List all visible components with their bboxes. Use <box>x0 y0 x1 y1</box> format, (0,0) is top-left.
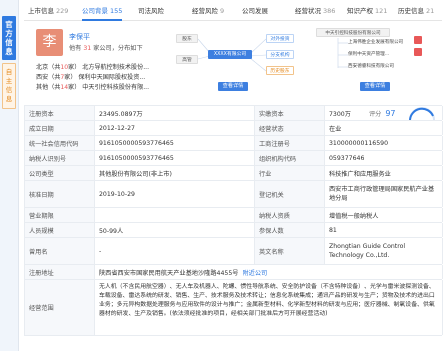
list-item[interactable]: 北京（共10家） 北方导航控制技术股份... <box>36 63 186 73</box>
table-row: 曾用名 - 英文名称 Zhongtian Guide Control Techn… <box>25 238 443 265</box>
person-company-list: 北京（共10家） 北方导航控制技术股份... 西安（共7家） 保利中天国际股权投… <box>36 63 186 93</box>
label-paid-capital: 实缴资本 <box>255 106 325 120</box>
tab-history[interactable]: 历史信息 21 <box>398 4 434 21</box>
table-row: 成立日期 2012-12-27 经营状态 在业 <box>25 121 443 136</box>
value-approval-date: 2019-10-29 <box>95 181 255 207</box>
value-credit-code: 9161050000593776465 <box>95 136 255 150</box>
tab-operations[interactable]: 经营状况 386 <box>295 4 335 21</box>
label-registration-authority: 登记机关 <box>255 181 325 207</box>
side-tab-official[interactable]: 官方信息 <box>2 16 16 60</box>
nearby-companies-link[interactable]: 附近公司 <box>243 268 268 277</box>
label-business-scope: 经营范围 <box>25 280 95 335</box>
value-reg-number: 310000000116590 <box>325 136 443 150</box>
table-row: 核准日期 2019-10-29 登记机关 西安市工商行政管理局国家民航产业基地分… <box>25 181 443 208</box>
tab-development[interactable]: 公司发展 <box>242 4 270 21</box>
value-address: 陕西省西安市国家民用航天产业基地沙隆路4455号 附近公司 <box>95 265 443 279</box>
value-taxpayer-id: 9161050000593776465 <box>95 151 255 165</box>
table-row: 经营范围 无人机（不含民用航空器）、无人车及机器人、陀螺、惯性导航系统、安全防护… <box>25 280 443 336</box>
graph-node-shareholder: 股东 <box>176 34 198 43</box>
equity-row-2: 保利中天资产管理... <box>348 52 390 57</box>
equity-graph: 中天引控科技股份有限公司 上海伟胜企业发展有限公司 保利中天资产管理... 西安… <box>308 26 442 93</box>
label-taxpayer-qualification: 纳税人资质 <box>255 208 325 222</box>
label-org-code: 组织机构代码 <box>255 151 325 165</box>
avatar: 李 <box>36 29 63 56</box>
tab-bar: 上市信息 229 公司背景 155 司法风险 经营风险 9 公司发展 经营状况 386 … <box>24 0 442 21</box>
label-reg-number: 工商注册号 <box>255 136 325 150</box>
score-value: 97 <box>385 108 396 118</box>
value-business-scope: 无人机（不含民用航空器）、无人车及机器人、陀螺、惯性导航系统、安全防护设备（不含… <box>95 280 443 335</box>
person-summary: 他有 31 家公司，分布如下 <box>69 45 143 52</box>
value-insured-count: 81 <box>325 223 443 237</box>
label-approval-date: 核准日期 <box>25 181 95 207</box>
graph-node-investment: 对外投资 <box>266 34 294 43</box>
value-registered-capital: 23495.0897万 <box>95 106 255 120</box>
table-row: 人员规模 50-99人 参保人数 81 <box>25 223 443 238</box>
value-founded: 2012-12-27 <box>95 121 255 135</box>
risk-flag-icon <box>414 36 422 44</box>
label-company-type: 公司类型 <box>25 166 95 180</box>
label-industry: 行业 <box>255 166 325 180</box>
label-registered-capital: 注册资本 <box>25 106 95 120</box>
equity-top-company: 中天引控科技股份有限公司 <box>316 28 390 37</box>
graph-node-executive: 高管 <box>176 55 198 64</box>
value-registration-authority: 西安市工商行政管理局国家民航产业基地分局 <box>325 181 443 207</box>
label-address: 注册地址 <box>25 265 95 279</box>
graph-node-history-shareholder: 历史股东 <box>266 66 294 75</box>
value-org-code: 059377646 <box>325 151 443 165</box>
score-label: 评分 <box>368 110 382 118</box>
risk-flag-icon <box>414 48 422 56</box>
value-status: 在业 <box>325 121 443 135</box>
score-gauge-icon <box>409 107 435 120</box>
label-status: 经营状态 <box>255 121 325 135</box>
value-company-type: 其他股份有限公司(非上市) <box>95 166 255 180</box>
legal-rep-card: 李 李保平 他有 31 家公司，分布如下 北京（共10家） 北方导航控制技术股份… <box>24 26 164 101</box>
value-business-term <box>95 208 255 222</box>
label-business-term: 营业期限 <box>25 208 95 222</box>
value-industry: 科技推广和应用服务业 <box>325 166 443 180</box>
list-item[interactable]: 其他（共14家） 中天引控科技股份有限... <box>36 83 186 93</box>
label-english-name: 英文名称 <box>255 238 325 264</box>
label-founded: 成立日期 <box>25 121 95 135</box>
label-staff-size: 人员规模 <box>25 223 95 237</box>
table-row: 注册资本 23495.0897万 实缴资本 7300万 评分 97 <box>25 106 443 121</box>
side-tab-self[interactable]: 自主信息 <box>2 63 16 109</box>
equity-row-3: 西安德睿科技有限公司 <box>348 64 394 69</box>
list-item[interactable]: 西安（共7家） 保利中天国际股权投资... <box>36 73 186 83</box>
view-details-button[interactable]: 查看详情 <box>218 82 248 91</box>
table-row: 纳税人识别号 9161050000593776465 组织机构代码 059377… <box>25 151 443 166</box>
label-insured-count: 参保人数 <box>255 223 325 237</box>
value-taxpayer-qualification: 增值税一般纳税人 <box>325 208 443 222</box>
label-credit-code: 统一社会信用代码 <box>25 136 95 150</box>
tab-ip[interactable]: 知识产权 121 <box>347 4 387 21</box>
label-former-name: 曾用名 <box>25 238 95 264</box>
tab-background[interactable]: 公司背景 155 <box>82 4 123 21</box>
value-staff-size: 50-99人 <box>95 223 255 237</box>
label-taxpayer-id: 纳税人识别号 <box>25 151 95 165</box>
tab-judicial-risk[interactable]: 司法风险 <box>138 4 166 21</box>
business-info-table: 注册资本 23495.0897万 实缴资本 7300万 评分 97 成立日期 20… <box>24 105 443 336</box>
equity-row-1: 上海伟胜企业发展有限公司 <box>348 40 404 45</box>
company-graph: 股东 高管 XXXX有限公司 对外投资 分支机构 历史股东 查看详情 <box>170 26 300 93</box>
value-english-name: Zhongtian Guide Control Technology Co.,L… <box>325 238 443 264</box>
view-details-button[interactable]: 查看详情 <box>360 82 390 91</box>
table-row: 营业期限 纳税人资质 增值税一般纳税人 <box>25 208 443 223</box>
graph-node-branch: 分支机构 <box>266 50 294 59</box>
value-paid-capital: 7300万 评分 97 <box>325 106 443 120</box>
table-row: 公司类型 其他股份有限公司(非上市) 行业 科技推广和应用服务业 <box>25 166 443 181</box>
table-row: 注册地址 陕西省西安市国家民用航天产业基地沙隆路4455号 附近公司 <box>25 265 443 280</box>
value-former-name: - <box>95 238 255 264</box>
table-row: 统一社会信用代码 9161050000593776465 工商注册号 31000… <box>25 136 443 151</box>
graph-node-company: XXXX有限公司 <box>208 50 252 59</box>
tab-listing[interactable]: 上市信息 229 <box>28 4 68 21</box>
tab-operating-risk[interactable]: 经营风险 9 <box>192 4 224 21</box>
person-name[interactable]: 李保平 <box>69 32 90 42</box>
side-rail: 官方信息 自主信息 <box>0 0 19 351</box>
